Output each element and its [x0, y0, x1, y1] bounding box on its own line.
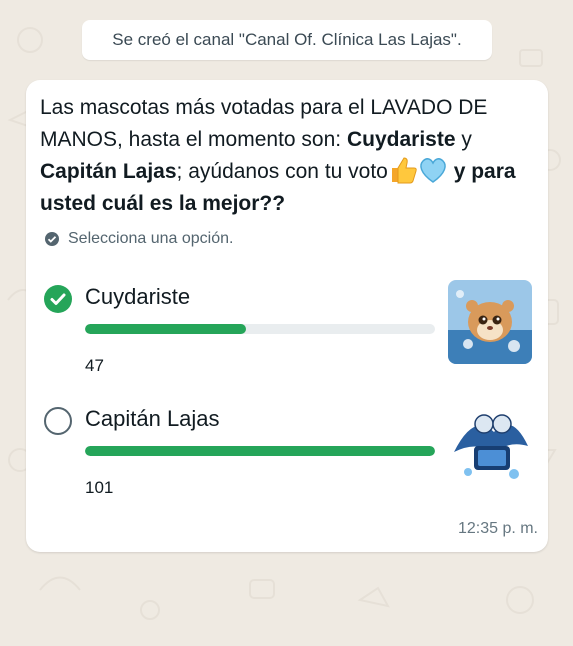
vote-bar-track — [85, 324, 435, 334]
vote-bar-track — [85, 446, 435, 456]
option-label: Capitán Lajas — [85, 406, 220, 431]
question-text-2: ; ayúdanos con tu voto — [176, 160, 388, 183]
hamster-mascot-image — [448, 280, 532, 364]
capitan-lajas-logo-image — [448, 402, 532, 486]
poll-question: Las mascotas más votadas para el LAVADO … — [40, 92, 530, 220]
option-label: Cuydariste — [85, 284, 191, 309]
question-name-2: Capitán Lajas — [40, 160, 177, 183]
poll-hint: Selecciona una opción. — [44, 230, 233, 248]
channel-created-notice: Se creó el canal "Canal Of. Clínica Las … — [82, 20, 492, 60]
check-circle-icon — [45, 232, 59, 246]
poll-message-bubble: Las mascotas más votadas para el LAVADO … — [26, 80, 548, 552]
light-blue-heart-icon — [420, 158, 446, 183]
radio-unchecked-icon[interactable] — [44, 407, 72, 435]
radio-checked-icon[interactable] — [44, 285, 72, 313]
question-joiner: y — [455, 128, 472, 151]
vote-bar-fill — [85, 446, 435, 456]
poll-hint-text: Selecciona una opción. — [68, 230, 234, 247]
thumbs-up-icon — [391, 157, 417, 184]
vote-bar-fill — [85, 324, 246, 334]
question-name-1: Cuydariste — [346, 128, 456, 151]
message-timestamp: 12:35 p. m. — [457, 520, 538, 537]
vote-count: 101 — [85, 478, 114, 497]
vote-count: 47 — [85, 356, 104, 375]
channel-created-text: Se creó el canal "Canal Of. Clínica Las … — [112, 30, 462, 49]
